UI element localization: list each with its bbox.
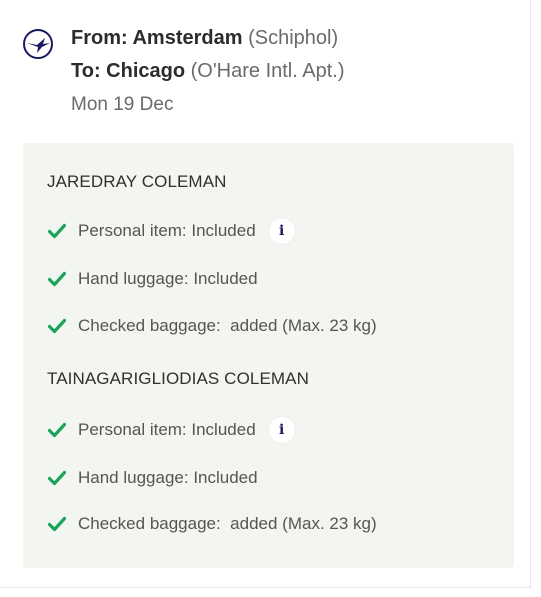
checkmark-icon (47, 468, 67, 488)
baggage-item-personal: Personal item: Included i (47, 417, 295, 443)
baggage-item-label: Personal item: Included (78, 221, 256, 240)
flight-date: Mon 19 Dec (71, 94, 174, 115)
baggage-panel: JAREDRAY COLEMAN Personal item: Included… (23, 143, 514, 568)
destination-label: To: Chicago (71, 60, 186, 82)
passenger-section: TAINAGARIGLIODIAS COLEMAN Personal item:… (47, 368, 507, 533)
baggage-item-personal: Personal item: Included i (47, 218, 295, 244)
baggage-item-checked: Checked baggage: added (Max. 23 kg) (47, 313, 377, 339)
passenger-name: TAINAGARIGLIODIAS COLEMAN (47, 369, 309, 388)
baggage-item-label: Checked baggage: added (Max. 23 kg) (78, 514, 377, 533)
destination-airport: (O'Hare Intl. Apt.) (190, 60, 345, 82)
checkmark-icon (47, 316, 67, 336)
origin-line: From: Amsterdam (Schiphol) (71, 22, 345, 55)
baggage-item-hand: Hand luggage: Included (47, 266, 258, 292)
origin-label: From: Amsterdam (71, 27, 243, 49)
destination-line: To: Chicago (O'Hare Intl. Apt.) (71, 55, 345, 88)
info-icon[interactable]: i (268, 417, 295, 443)
passenger-section: JAREDRAY COLEMAN Personal item: Included… (47, 171, 507, 335)
baggage-item-checked: Checked baggage: added (Max. 23 kg) (47, 511, 377, 537)
checkmark-icon (47, 514, 67, 534)
baggage-item-label: Personal item: Included (78, 420, 256, 439)
flight-header: From: Amsterdam (Schiphol) To: Chicago (… (22, 22, 522, 122)
baggage-item-label: Hand luggage: Included (78, 269, 258, 288)
airline-logo-icon (23, 29, 53, 59)
baggage-item-hand: Hand luggage: Included (47, 465, 258, 491)
checkmark-icon (47, 420, 67, 440)
baggage-item-label: Checked baggage: added (Max. 23 kg) (78, 316, 377, 335)
checkmark-icon (47, 269, 67, 289)
passenger-name: JAREDRAY COLEMAN (47, 172, 227, 191)
route-info: From: Amsterdam (Schiphol) To: Chicago (… (71, 22, 345, 121)
origin-airport: (Schiphol) (248, 27, 339, 49)
baggage-item-label: Hand luggage: Included (78, 468, 258, 487)
info-icon[interactable]: i (268, 218, 295, 244)
checkmark-icon (47, 221, 67, 241)
flight-baggage-card: From: Amsterdam (Schiphol) To: Chicago (… (0, 0, 531, 588)
